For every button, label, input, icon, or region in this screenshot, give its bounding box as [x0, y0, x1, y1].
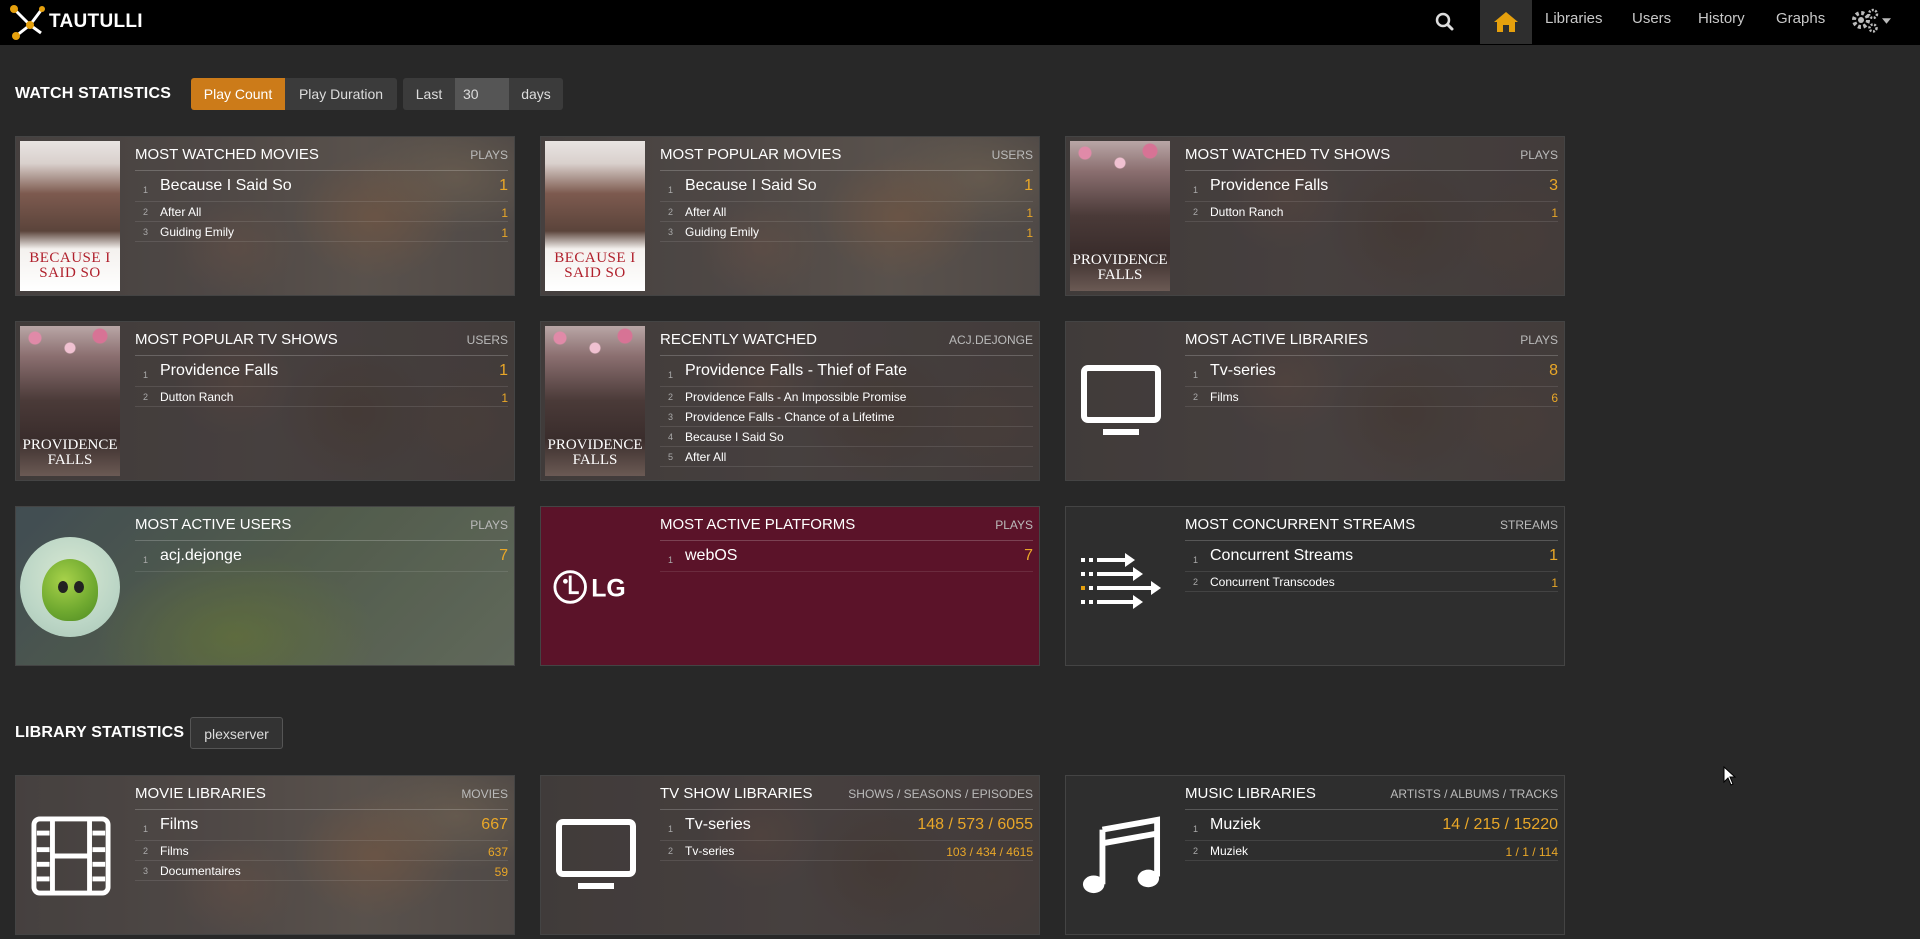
list-item[interactable]: 3 Guiding Emily 1 [660, 222, 1033, 242]
svg-text:LG: LG [591, 576, 625, 603]
list-item[interactable]: 1 Tv-series 8 [1185, 359, 1558, 387]
list-item[interactable]: 1 Tv-series 148 / 573 / 6055 [660, 813, 1033, 841]
days-label: days [509, 78, 563, 110]
card-most-watched-tv-shows: PROVIDENCE FALLS MOST WATCHED TV SHOWS P… [1065, 136, 1565, 296]
card-title: MOST CONCURRENT STREAMS [1185, 516, 1416, 533]
tv-icon [551, 796, 641, 916]
list-item[interactable]: 1 Providence Falls - Thief of Fate [660, 359, 1033, 387]
list-item[interactable]: 2 Concurrent Transcodes 1 [1185, 572, 1558, 592]
poster-because-i-said-so[interactable]: BECAUSE I SAID SO [20, 141, 120, 291]
list-item[interactable]: 1 Providence Falls 1 [135, 359, 508, 387]
card-most-concurrent-streams: MOST CONCURRENT STREAMS STREAMS 1 Concur… [1065, 506, 1565, 666]
card-unit: STREAMS [1499, 518, 1558, 532]
card-recently-watched: PROVIDENCE FALLS RECENTLY WATCHED ACJ.DE… [540, 321, 1040, 481]
settings-menu[interactable] [1850, 6, 1891, 36]
card-title: MOST POPULAR TV SHOWS [135, 331, 338, 348]
card-most-popular-tv-shows: PROVIDENCE FALLS MOST POPULAR TV SHOWS U… [15, 321, 515, 481]
library-statistics-title: LIBRARY STATISTICS [15, 724, 185, 741]
card-music-libraries: MUSIC LIBRARIES ARTISTS / ALBUMS / TRACK… [1065, 775, 1565, 935]
card-unit: USERS [466, 333, 508, 347]
list-item[interactable]: 2 Dutton Ranch 1 [1185, 202, 1558, 222]
card-title: MOST WATCHED TV SHOWS [1185, 146, 1391, 163]
card-unit: PLAYS [1520, 333, 1558, 347]
tautulli-logo-icon [10, 5, 45, 40]
card-unit: ARTISTS / ALBUMS / TRACKS [1390, 787, 1558, 801]
poster-providence-falls[interactable]: PROVIDENCE FALLS [20, 326, 120, 476]
card-most-popular-movies: BECAUSE I SAID SO MOST POPULAR MOVIES US… [540, 136, 1040, 296]
card-title: RECENTLY WATCHED [660, 331, 817, 348]
tautulli-logo[interactable]: TAUTULLI [8, 3, 143, 41]
lg-logo-icon: LG [551, 527, 641, 647]
card-title: MOST ACTIVE LIBRARIES [1185, 331, 1369, 348]
list-item[interactable]: 2 Muziek 1 / 1 / 114 [1185, 841, 1558, 861]
list-item[interactable]: 3 Providence Falls - Chance of a Lifetim… [660, 407, 1033, 427]
card-unit: USERS [991, 148, 1033, 162]
streams-icon [1076, 527, 1166, 647]
poster-providence-falls[interactable]: PROVIDENCE FALLS [545, 326, 645, 476]
list-item[interactable]: 1 Concurrent Streams 1 [1185, 544, 1558, 572]
card-unit: PLAYS [470, 518, 508, 532]
mouse-cursor-icon [1723, 765, 1737, 791]
caret-down-icon [1882, 18, 1891, 24]
watch-statistics-title: WATCH STATISTICS [15, 85, 172, 102]
list-item[interactable]: 2 Tv-series 103 / 434 / 4615 [660, 841, 1033, 861]
card-title: MUSIC LIBRARIES [1185, 785, 1316, 802]
list-item[interactable]: 2 Providence Falls - An Impossible Promi… [660, 387, 1033, 407]
card-most-watched-movies: BECAUSE I SAID SO MOST WATCHED MOVIES PL… [15, 136, 515, 296]
list-item[interactable]: 1 Films 667 [135, 813, 508, 841]
server-select-button[interactable]: plexserver [190, 717, 283, 749]
list-item[interactable]: 4 Because I Said So [660, 427, 1033, 447]
avatar[interactable] [20, 537, 120, 637]
nav-graphs[interactable]: Graphs [1776, 0, 1825, 44]
list-item[interactable]: 2 Films 637 [135, 841, 508, 861]
list-item[interactable]: 2 After All 1 [660, 202, 1033, 222]
nav-libraries[interactable]: Libraries [1545, 0, 1603, 44]
tv-icon [1076, 342, 1166, 462]
list-item[interactable]: 2 After All 1 [135, 202, 508, 222]
card-unit: PLAYS [470, 148, 508, 162]
list-item[interactable]: 1 Because I Said So 1 [135, 174, 508, 202]
card-title: MOVIE LIBRARIES [135, 785, 266, 802]
nav-users[interactable]: Users [1632, 0, 1671, 44]
list-item[interactable]: 1 Providence Falls 3 [1185, 174, 1558, 202]
search-icon[interactable] [1432, 9, 1458, 35]
card-tv-show-libraries: TV SHOW LIBRARIES SHOWS / SEASONS / EPIS… [540, 775, 1040, 935]
list-item[interactable]: 2 Films 6 [1185, 387, 1558, 407]
card-movie-libraries: MOVIE LIBRARIES MOVIES 1 Films 667 2 Fil… [15, 775, 515, 935]
card-unit: ACJ.DEJONGE [948, 333, 1033, 347]
list-item[interactable]: 2 Dutton Ranch 1 [135, 387, 508, 407]
poster-providence-falls[interactable]: PROVIDENCE FALLS [1070, 141, 1170, 291]
home-icon[interactable] [1480, 0, 1532, 44]
last-label: Last [403, 78, 455, 110]
list-item[interactable]: 3 Documentaires 59 [135, 861, 508, 881]
film-icon [26, 796, 116, 916]
card-title: TV SHOW LIBRARIES [660, 785, 813, 802]
play-duration-button[interactable]: Play Duration [285, 78, 397, 110]
list-item[interactable]: 1 Muziek 14 / 215 / 15220 [1185, 813, 1558, 841]
poster-because-i-said-so[interactable]: BECAUSE I SAID SO [545, 141, 645, 291]
card-unit: PLAYS [995, 518, 1033, 532]
gears-icon [1852, 8, 1879, 33]
card-unit: SHOWS / SEASONS / EPISODES [848, 787, 1033, 801]
app-name: TAUTULLI [49, 11, 143, 32]
list-item[interactable]: 3 Guiding Emily 1 [135, 222, 508, 242]
card-most-active-libraries: MOST ACTIVE LIBRARIES PLAYS 1 Tv-series … [1065, 321, 1565, 481]
card-title: MOST POPULAR MOVIES [660, 146, 842, 163]
card-title: MOST WATCHED MOVIES [135, 146, 319, 163]
play-count-button[interactable]: Play Count [191, 78, 285, 110]
card-unit: PLAYS [1520, 148, 1558, 162]
list-item[interactable]: 5 After All [660, 447, 1033, 467]
days-input[interactable] [455, 78, 509, 110]
music-note-icon [1076, 796, 1166, 916]
card-most-active-users: MOST ACTIVE USERS PLAYS 1 acj.dejonge 7 [15, 506, 515, 666]
card-title: MOST ACTIVE USERS [135, 516, 292, 533]
card-title: MOST ACTIVE PLATFORMS [660, 516, 856, 533]
list-item[interactable]: 1 acj.dejonge 7 [135, 544, 508, 572]
list-item[interactable]: 1 Because I Said So 1 [660, 174, 1033, 202]
card-most-active-platforms: LG MOST ACTIVE PLATFORMS PLAYS 1 webOS 7 [540, 506, 1040, 666]
navbar: TAUTULLI Libraries Users History Graphs [0, 0, 1920, 45]
card-unit: MOVIES [461, 787, 508, 801]
list-item[interactable]: 1 webOS 7 [660, 544, 1033, 572]
nav-history[interactable]: History [1698, 0, 1745, 44]
